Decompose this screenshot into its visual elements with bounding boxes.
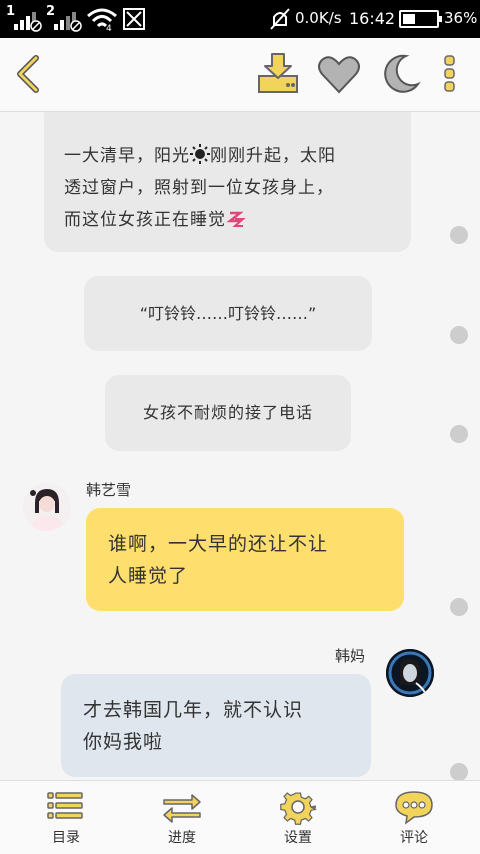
narration-text: 女孩不耐烦的接了电话 xyxy=(142,403,313,422)
chat-bubble-right[interactable]: 才去韩国几年，就不认识 你妈我啦 xyxy=(61,674,371,777)
battery-fill xyxy=(403,14,415,24)
list-icon xyxy=(47,792,83,819)
narration-bubble[interactable]: 女孩不耐烦的接了电话 xyxy=(105,375,351,451)
narration-line: 透过窗户，照射到一位女孩身上， xyxy=(64,178,334,198)
battery-icon xyxy=(399,10,442,28)
notifications-off-icon xyxy=(270,8,290,30)
narration-text: “叮铃铃……叮铃铃……” xyxy=(139,304,317,323)
narration-bubble[interactable]: “叮铃铃……叮铃铃……” xyxy=(84,276,372,351)
comment-icon xyxy=(395,791,433,825)
signal-sim2: 2 xyxy=(46,4,86,32)
signal-sim1: 1 xyxy=(6,4,46,32)
narration-text: 而这位女孩正在睡觉 xyxy=(64,210,226,230)
comment-dot[interactable] xyxy=(450,425,468,443)
narration-bubble[interactable]: 一大清早，阳光 刚刚升起，太阳 透过窗户，照射到一位女孩身上， 而这位女孩正在睡… xyxy=(44,112,411,252)
chat-line: 人睡觉了 xyxy=(108,565,189,587)
chat-line: 你妈我啦 xyxy=(83,731,164,753)
narration-line: 而这位女孩正在睡觉 xyxy=(64,204,393,236)
comment-dot[interactable] xyxy=(450,598,468,616)
nav-comments[interactable]: 评论 xyxy=(354,781,474,854)
speaker-name: 韩艺雪 xyxy=(86,481,132,499)
bottom-navigation: 目录 进度 设置 评论 xyxy=(0,780,480,854)
speaker-name: 韩妈 xyxy=(335,647,366,665)
progress-arrows-icon xyxy=(163,794,201,823)
chat-line: 才去韩国几年，就不认识 xyxy=(83,699,304,721)
chat-bubble-left[interactable]: 谁啊，一大早的还让不让 人睡觉了 xyxy=(86,508,404,611)
gear-icon xyxy=(280,792,317,825)
comment-dot[interactable] xyxy=(450,226,468,244)
narration-line: 一大清早，阳光 刚刚升起，太阳 xyxy=(64,140,393,172)
nav-label: 进度 xyxy=(168,830,196,846)
narration-text: 一大清早，阳光 xyxy=(64,146,190,166)
comment-dot[interactable] xyxy=(450,326,468,344)
girl-avatar-icon xyxy=(23,483,71,531)
wifi-icon: 4 xyxy=(87,8,117,32)
nav-label: 设置 xyxy=(284,830,312,846)
nav-progress[interactable]: 进度 xyxy=(122,781,242,854)
chat-line: 谁啊，一大早的还让不让 xyxy=(108,533,329,555)
scissors-icon xyxy=(123,8,145,30)
battery-percent: 36% xyxy=(444,9,478,27)
more-vertical-icon[interactable] xyxy=(438,52,480,96)
svg-text:4: 4 xyxy=(106,24,112,32)
narration-text: 刚刚升起，太阳 xyxy=(210,146,336,166)
download-icon[interactable] xyxy=(256,52,300,96)
sun-icon xyxy=(190,144,210,164)
nav-catalog[interactable]: 目录 xyxy=(6,781,126,854)
sim2-label: 2 xyxy=(46,4,56,19)
sim1-label: 1 xyxy=(6,4,16,19)
sleep-zzz-icon xyxy=(226,211,246,227)
nav-label: 评论 xyxy=(400,830,428,846)
mom-avatar-icon xyxy=(386,649,434,697)
nav-label: 目录 xyxy=(52,830,80,846)
avatar[interactable] xyxy=(23,483,71,531)
clock: 16:42 xyxy=(349,9,396,28)
back-chevron-icon[interactable] xyxy=(8,52,52,96)
reader-toolbar xyxy=(0,38,480,112)
avatar[interactable] xyxy=(386,649,434,697)
moon-icon[interactable] xyxy=(378,52,422,96)
nav-settings[interactable]: 设置 xyxy=(238,781,358,854)
status-bar: 1 2 4 0.0K/s 16:42 36% xyxy=(0,0,480,38)
story-content[interactable]: 一大清早，阳光 刚刚升起，太阳 透过窗户，照射到一位女孩身上， 而这位女孩正在睡… xyxy=(0,112,480,780)
heart-icon[interactable] xyxy=(317,52,361,96)
comment-dot[interactable] xyxy=(450,763,468,780)
network-speed: 0.0K/s xyxy=(295,9,342,27)
